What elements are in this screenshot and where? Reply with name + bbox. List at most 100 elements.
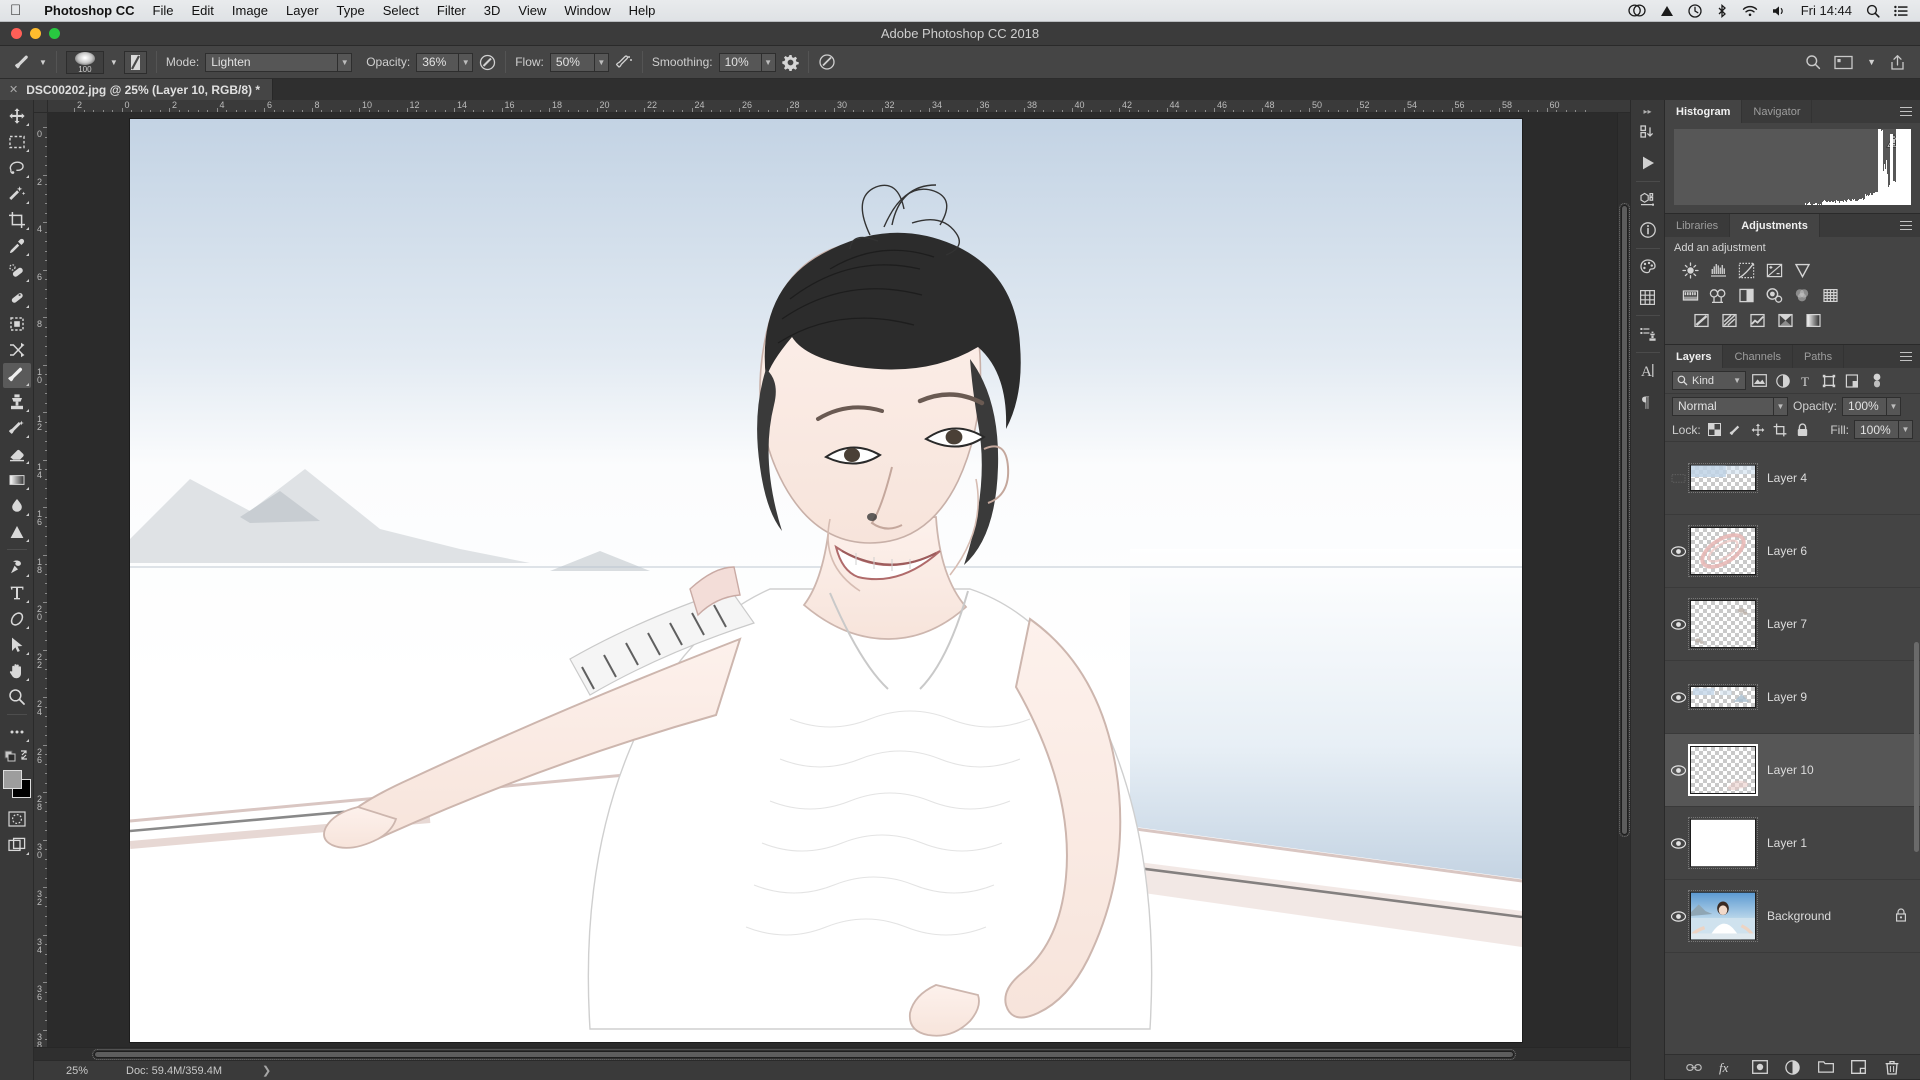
tool-crop[interactable] [3, 207, 31, 232]
layer-row[interactable]: Layer 7 [1665, 588, 1920, 661]
tool-move[interactable] [3, 103, 31, 128]
tool-brush[interactable] [3, 363, 31, 388]
wifi-icon[interactable] [1742, 5, 1758, 17]
workspace-chevron-icon[interactable]: ▼ [1867, 57, 1876, 67]
quick-mask-toggle[interactable] [3, 806, 31, 831]
layer-visibility-eye-icon[interactable] [1667, 734, 1689, 807]
close-button[interactable] [11, 28, 22, 39]
layer-name[interactable]: Layer 6 [1757, 544, 1920, 558]
smoothing-input[interactable]: 10% ▼ [719, 53, 776, 72]
minimize-button[interactable] [30, 28, 41, 39]
menu-file[interactable]: File [144, 0, 183, 22]
tab-channels[interactable]: Channels [1723, 345, 1792, 368]
actions-play-icon[interactable] [1634, 148, 1662, 178]
gear-icon[interactable] [782, 54, 799, 71]
tab-libraries[interactable]: Libraries [1665, 214, 1730, 237]
link-layers-button[interactable] [1686, 1059, 1702, 1075]
maximize-button[interactable] [49, 28, 60, 39]
airbrush-icon[interactable] [615, 53, 633, 71]
new-adjustment-layer-button[interactable] [1785, 1059, 1801, 1075]
filter-type-icon[interactable]: T [1796, 371, 1815, 390]
add-layer-mask-button[interactable] [1752, 1059, 1768, 1075]
layer-row[interactable]: Layer 6 [1665, 515, 1920, 588]
filter-shape-icon[interactable] [1819, 371, 1838, 390]
layers-scrollbar[interactable] [1913, 442, 1920, 1054]
chevron-right-icon[interactable]: ❯ [222, 1064, 271, 1077]
foreground-color-swatch[interactable] [3, 770, 22, 789]
new-group-button[interactable] [1818, 1059, 1834, 1075]
panel-menu-icon[interactable] [1892, 214, 1920, 237]
layer-visibility-hidden-icon[interactable] [1667, 442, 1689, 515]
tab-paths[interactable]: Paths [1793, 345, 1844, 368]
image-canvas[interactable] [130, 119, 1522, 1042]
selective-color-adjustment[interactable] [1774, 310, 1796, 330]
tool-edit-toolbar[interactable] [3, 719, 31, 744]
menu-3d[interactable]: 3D [475, 0, 510, 22]
info-panel-icon[interactable] [1634, 215, 1662, 245]
filter-pixel-icon[interactable] [1750, 371, 1769, 390]
document-size-info[interactable]: Doc: 59.4M/359.4M [94, 1065, 222, 1077]
time-machine-icon[interactable] [1688, 4, 1702, 18]
tool-blur[interactable] [3, 493, 31, 518]
canvas-stage[interactable] [48, 113, 1617, 1047]
menu-window[interactable]: Window [555, 0, 619, 22]
gradient-map-adjustment[interactable] [1802, 310, 1824, 330]
canvas-horizontal-scrollbar[interactable] [34, 1047, 1630, 1060]
layer-visibility-eye-icon[interactable] [1667, 515, 1689, 588]
bluetooth-icon[interactable] [1716, 4, 1728, 18]
layer-visibility-eye-icon[interactable] [1667, 880, 1689, 953]
layer-thumbnail[interactable] [1689, 880, 1757, 953]
hue-saturation-adjustment[interactable] [1679, 285, 1701, 305]
filter-smart-object-icon[interactable] [1842, 371, 1861, 390]
layer-row[interactable]: Layer 1 [1665, 807, 1920, 880]
lock-all-icon[interactable] [1794, 421, 1811, 438]
tool-hand[interactable] [3, 658, 31, 683]
layer-visibility-eye-icon[interactable] [1667, 588, 1689, 661]
tool-type[interactable] [3, 580, 31, 605]
tab-navigator[interactable]: Navigator [1742, 100, 1812, 123]
layer-visibility-eye-icon[interactable] [1667, 661, 1689, 734]
brush-preset-picker[interactable]: 100 [66, 51, 104, 74]
layers-scroll-thumb[interactable] [1914, 642, 1919, 852]
layer-thumbnail[interactable] [1689, 442, 1757, 515]
brush-tool-icon[interactable] [13, 52, 33, 72]
channel-mixer-adjustment[interactable] [1791, 285, 1813, 305]
3d-panel-icon[interactable] [1634, 185, 1662, 215]
menu-view[interactable]: View [509, 0, 555, 22]
horizontal-ruler-track[interactable]: 2 0 2 4 6 8 10 12 14 16 18 20 22 24 26 28 30 32 34 36 38 40 42… [48, 100, 1630, 112]
color-swatches-icon[interactable] [1634, 252, 1662, 282]
layer-name[interactable]: Layer 9 [1757, 690, 1920, 704]
color-balance-adjustment[interactable] [1707, 285, 1729, 305]
tool-preset-chevron-icon[interactable]: ▼ [39, 58, 47, 67]
lock-transparent-pixels-icon[interactable] [1706, 421, 1723, 438]
layer-name[interactable]: Layer 7 [1757, 617, 1920, 631]
brush-settings-panel-button[interactable] [124, 51, 147, 74]
photo-filter-adjustment[interactable] [1763, 285, 1785, 305]
tool-gradient[interactable] [3, 467, 31, 492]
opacity-input[interactable]: 36% ▼ [416, 53, 473, 72]
volume-icon[interactable] [1772, 5, 1787, 17]
dropbox-icon[interactable] [1660, 5, 1674, 17]
layer-blend-mode-select[interactable]: Normal ▼ [1672, 397, 1788, 416]
exposure-adjustment[interactable] [1763, 260, 1785, 280]
invert-adjustment[interactable] [1690, 310, 1712, 330]
layer-thumbnail[interactable] [1689, 515, 1757, 588]
lock-position-icon[interactable] [1750, 421, 1767, 438]
vertical-ruler[interactable]: 0 2 4 6 8 10 12 14 16 18 20 22 24 26 28 30 32 34 36 38 [34, 113, 48, 1047]
new-layer-button[interactable] [1851, 1059, 1867, 1075]
menu-app-name[interactable]: Photoshop CC [35, 0, 143, 22]
clone-source-icon[interactable] [1634, 319, 1662, 349]
flow-input[interactable]: 50% ▼ [550, 53, 609, 72]
layer-row[interactable]: Layer 9 [1665, 661, 1920, 734]
tool-clone-stamp[interactable] [3, 389, 31, 414]
layer-visibility-eye-icon[interactable] [1667, 807, 1689, 880]
layer-thumbnail[interactable] [1689, 807, 1757, 880]
swatches-grid-icon[interactable] [1634, 282, 1662, 312]
canvas-vertical-scrollbar[interactable] [1617, 113, 1630, 1047]
lock-artboard-nesting-icon[interactable] [1772, 421, 1789, 438]
brush-preset-chevron-icon[interactable]: ▼ [110, 58, 118, 67]
panel-menu-icon[interactable] [1892, 100, 1920, 123]
filter-adjustment-icon[interactable] [1773, 371, 1792, 390]
blend-mode-select[interactable]: Lighten ▼ [205, 53, 352, 72]
tool-lasso[interactable] [3, 155, 31, 180]
